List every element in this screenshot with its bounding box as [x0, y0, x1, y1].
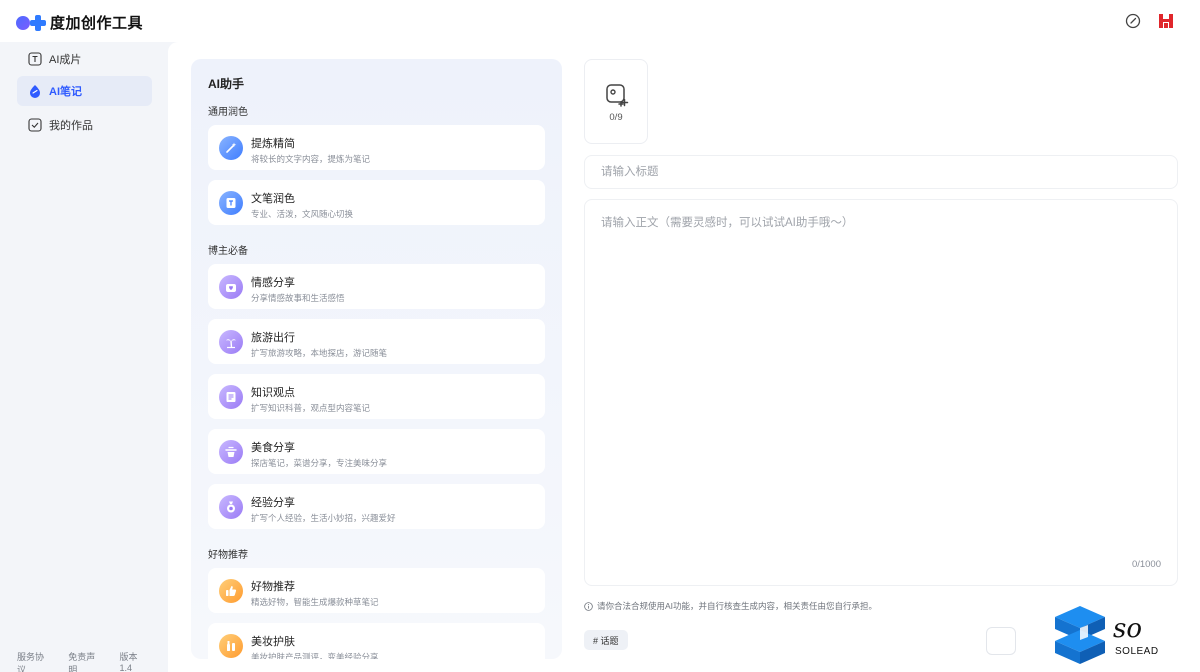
note-drop-icon	[30, 85, 40, 98]
thumbs-up-icon	[219, 579, 243, 603]
version-label: 版本 1.4	[119, 652, 138, 672]
body-input[interactable]	[585, 200, 1177, 585]
card-title: 经验分享	[251, 497, 295, 509]
card-title: 美食分享	[251, 442, 295, 454]
assistant-card-food[interactable]: 美食分享 探店笔记，菜谱分享，专注美味分享	[208, 429, 545, 474]
section-title: 好物推荐	[208, 550, 248, 561]
sidebar-item-label: 我的作品	[49, 120, 93, 132]
card-description: 扩写个人经验，生活小妙招，兴趣爱好	[251, 513, 396, 523]
title-input[interactable]	[584, 155, 1178, 189]
char-count: 0/1000	[1131, 559, 1161, 570]
food-bowl-icon	[219, 440, 243, 464]
book-icon	[219, 385, 243, 409]
app-name: 度加创作工具	[50, 15, 144, 32]
magic-wand-icon	[219, 136, 243, 160]
palm-tree-icon	[219, 330, 243, 354]
info-icon	[584, 601, 593, 611]
card-title: 美妆护肤	[251, 636, 295, 648]
card-title: 旅游出行	[251, 332, 295, 344]
card-description: 专业、活泼，文风随心切换	[251, 209, 354, 219]
sidebar-item-ai-note[interactable]: AI笔记	[17, 76, 152, 106]
sidebar-item-label: AI成片	[49, 54, 82, 66]
sidebar-footer: 服务协议 免责声明 版本 1.4	[17, 650, 168, 672]
card-title: 情感分享	[251, 277, 295, 289]
medal-icon	[219, 495, 243, 519]
watermark-brand: SOLEAD	[1115, 646, 1159, 657]
card-description: 扩写知识科普，观点型内容笔记	[251, 403, 371, 413]
sidebar-item-label: AI笔记	[49, 86, 82, 98]
assistant-card-travel[interactable]: 旅游出行 扩写旅游攻略，本地探店，游记随笔	[208, 319, 545, 364]
logo-mark-icon	[16, 14, 46, 32]
sidebar-item-my-works[interactable]: 我的作品	[17, 110, 152, 140]
heart-cup-icon	[219, 275, 243, 299]
card-description: 将较长的文字内容，提炼为笔记	[251, 154, 371, 164]
assistant-card-beauty[interactable]: 美妆护肤 美妆护肤产品测评，变美经验分享	[208, 623, 545, 659]
notice-text: 请你合法合规使用AI功能，并自行核查生成内容，相关责任由您自行承担。	[597, 601, 878, 611]
add-image-icon	[606, 84, 629, 107]
assistant-card-polish[interactable]: 文笔润色 专业、活泼，文风随心切换	[208, 180, 545, 225]
document-box-icon	[219, 191, 243, 215]
ai-action-button[interactable]	[986, 627, 1016, 655]
disclaimer-link[interactable]: 免责声明	[68, 650, 100, 672]
edit-pen-icon[interactable]	[1125, 13, 1141, 29]
card-description: 美妆护肤产品测评，变美经验分享	[251, 652, 379, 659]
card-title: 文笔润色	[251, 193, 295, 205]
topic-tag-button[interactable]: # 话题	[584, 630, 628, 650]
section-title: 通用润色	[208, 107, 248, 118]
card-description: 探店笔记，菜谱分享，专注美味分享	[251, 458, 388, 468]
card-description: 扩写旅游攻略，本地探店，游记随笔	[251, 348, 388, 358]
top-bar: 度加创作工具	[0, 0, 1200, 42]
ai-assistant-panel: AI助手 通用润色 提炼精简 将较长的文字内容，提炼为笔记 文笔润色 专业、活泼…	[191, 59, 562, 659]
section-title: 博主必备	[208, 246, 248, 257]
card-title: 提炼精简	[251, 138, 295, 150]
card-description: 精选好物，智能生成爆款种草笔记	[251, 597, 379, 607]
main-content: AI助手 通用润色 提炼精简 将较长的文字内容，提炼为笔记 文笔润色 专业、活泼…	[168, 42, 1200, 672]
assistant-card-goods[interactable]: 好物推荐 精选好物，智能生成爆款种草笔记	[208, 568, 545, 613]
baidu-brand-icon[interactable]	[1158, 13, 1174, 29]
assistant-card-condense[interactable]: 提炼精简 将较长的文字内容，提炼为笔记	[208, 125, 545, 170]
compliance-notice: 请你合法合规使用AI功能，并自行核查生成内容，相关责任由您自行承担。	[584, 600, 877, 612]
card-description: 分享情感故事和生活感悟	[251, 293, 345, 303]
sidebar-item-ai-video[interactable]: AI成片	[17, 44, 152, 74]
watermark-script: so	[1113, 614, 1142, 644]
body-editor: 0/1000	[584, 199, 1178, 586]
assistant-card-experience[interactable]: 经验分享 扩写个人经验，生活小妙招，兴趣爱好	[208, 484, 545, 529]
image-count: 0/9	[609, 112, 623, 123]
assistant-title: AI助手	[208, 77, 245, 91]
text-t-icon	[28, 52, 42, 66]
check-box-icon	[28, 118, 42, 132]
assistant-card-knowledge[interactable]: 知识观点 扩写知识科普，观点型内容笔记	[208, 374, 545, 419]
card-title: 知识观点	[251, 387, 295, 399]
assistant-card-emotion[interactable]: 情感分享 分享情感故事和生活感悟	[208, 264, 545, 309]
card-title: 好物推荐	[251, 581, 295, 593]
app-logo[interactable]: 度加创作工具	[16, 12, 143, 33]
cosmetics-icon	[219, 634, 243, 658]
image-upload-button[interactable]: 0/9	[584, 59, 648, 144]
terms-link[interactable]: 服务协议	[17, 650, 49, 672]
sidebar: AI成片 AI笔记 我的作品 服务协议 免责声明 版本 1.4	[0, 42, 168, 672]
